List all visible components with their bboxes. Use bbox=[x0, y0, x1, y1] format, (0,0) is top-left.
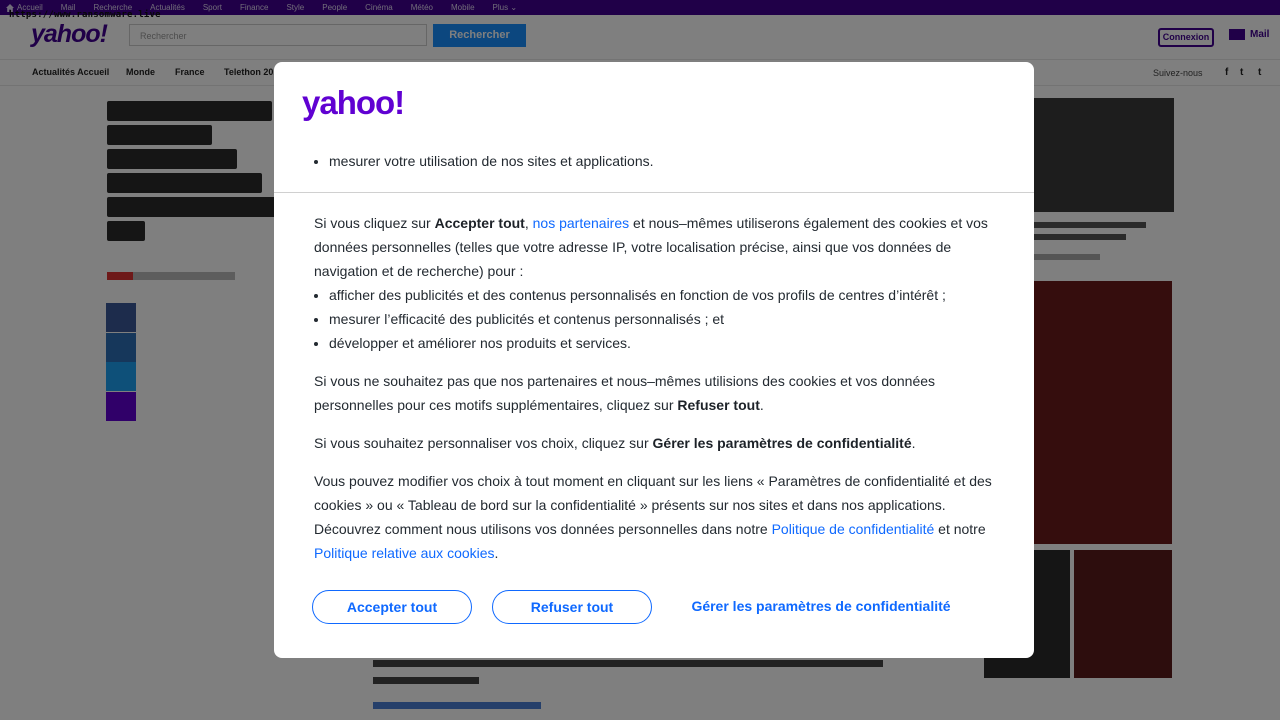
text: Si vous cliquez sur bbox=[314, 215, 435, 231]
text: Si vous ne souhaitez pas que nos partena… bbox=[314, 373, 936, 413]
yahoo-logo-dialog: yahoo! bbox=[302, 84, 405, 121]
paragraph-privacy-info: Vous pouvez modifier vos choix à tout mo… bbox=[314, 469, 1004, 565]
consent-dialog: yahoo! mesurer votre utilisation de nos … bbox=[274, 62, 1034, 658]
partners-link[interactable]: nos partenaires bbox=[533, 215, 630, 231]
purpose-item: afficher des publicités et des contenus … bbox=[329, 283, 1004, 307]
text: , bbox=[524, 215, 533, 231]
reject-all-button[interactable]: Refuser tout bbox=[492, 590, 652, 624]
bold-manage-settings: Gérer les paramètres de confidentialité bbox=[652, 435, 912, 451]
paragraph-accept-info: Si vous cliquez sur Accepter tout, nos p… bbox=[314, 211, 1004, 283]
text: Si vous souhaitez personnaliser vos choi… bbox=[314, 435, 653, 451]
consent-text: Si vous cliquez sur Accepter tout, nos p… bbox=[314, 211, 1004, 579]
bullet-item-measure-usage: mesurer votre utilisation de nos sites e… bbox=[329, 151, 1014, 171]
yahoo-logo-text: yahoo! bbox=[302, 84, 404, 121]
manage-settings-button[interactable]: Gérer les paramètres de confidentialité bbox=[682, 590, 960, 624]
paragraph-manage-info: Si vous souhaitez personnaliser vos choi… bbox=[314, 431, 1004, 455]
purpose-item: mesurer l’efficacité des publicités et c… bbox=[329, 307, 1004, 331]
text: . bbox=[759, 397, 764, 413]
accept-all-button[interactable]: Accepter tout bbox=[312, 590, 472, 624]
cookie-policy-link[interactable]: Politique relative aux cookies bbox=[314, 545, 495, 561]
privacy-policy-link[interactable]: Politique de confidentialité bbox=[772, 521, 935, 537]
divider bbox=[274, 192, 1034, 193]
bold-accept-all: Accepter tout bbox=[434, 215, 525, 231]
text: . bbox=[494, 545, 499, 561]
text: et notre bbox=[934, 521, 986, 537]
text: . bbox=[911, 435, 916, 451]
paragraph-refuse-info: Si vous ne souhaitez pas que nos partena… bbox=[314, 369, 1004, 417]
bold-refuse-all: Refuser tout bbox=[677, 397, 760, 413]
purpose-item: développer et améliorer nos produits et … bbox=[329, 331, 1004, 355]
purpose-list: afficher des publicités et des contenus … bbox=[314, 283, 1004, 355]
scrolled-bullet-list: mesurer votre utilisation de nos sites e… bbox=[314, 151, 1014, 171]
